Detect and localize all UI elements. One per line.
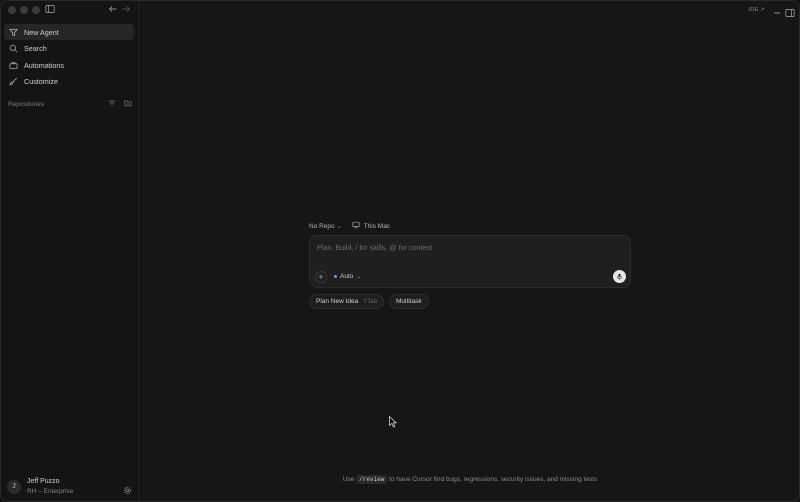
user-profile[interactable]: J Jeff Puzzo RH – Enterprise xyxy=(7,477,133,499)
sidebar-item-label: New Agent xyxy=(24,27,59,37)
gear-icon[interactable] xyxy=(123,482,133,495)
main-area: IDE ↗ No Repo ⌄ This Mac Plan, Build, / … xyxy=(139,1,799,501)
user-name: Jeff Puzzo xyxy=(27,478,60,485)
sidebar-item-new-agent[interactable]: New Agent xyxy=(4,24,134,40)
tip-suffix: to have Cursor find bugs, regressions, s… xyxy=(389,476,598,483)
open-in-ide-button[interactable]: IDE ↗ xyxy=(749,7,765,13)
composer-container: No Repo ⌄ This Mac Plan, Build, / for ski… xyxy=(309,220,631,309)
composer-box[interactable]: Plan, Build, / for skills, @ for context… xyxy=(309,235,631,288)
chip-shortcut-hint: ⇧Tab xyxy=(362,299,377,305)
sidebar-nav: New Agent Search Automations Customize xyxy=(4,24,134,90)
multitask-chip[interactable]: Multitask xyxy=(388,294,429,309)
sidebar-item-label: Automations xyxy=(24,60,64,70)
repositories-header: Repositories xyxy=(8,98,132,110)
titlebar-left xyxy=(1,1,139,19)
microphone-button[interactable] xyxy=(613,270,626,283)
sidebar-item-label: Search xyxy=(24,44,47,53)
new-agent-icon xyxy=(8,27,18,37)
microphone-icon xyxy=(617,273,622,280)
user-org: RH – Enterprise xyxy=(27,488,74,495)
close-window-button[interactable] xyxy=(8,6,16,14)
brush-icon xyxy=(8,77,18,87)
tip-prefix: Use xyxy=(342,476,355,483)
repositories-label: Repositories xyxy=(8,100,45,108)
tip-command: /review xyxy=(356,475,388,484)
chevron-down-icon: ⌄ xyxy=(336,223,342,230)
composer-input[interactable]: Plan, Build, / for skills, @ for context xyxy=(317,243,432,252)
mouse-pointer-icon xyxy=(389,416,397,428)
monitor-icon xyxy=(352,221,360,231)
add-attachment-button[interactable]: + xyxy=(315,271,327,283)
minimize-panel-icon[interactable] xyxy=(772,5,782,15)
chip-label: Multitask xyxy=(395,298,422,305)
briefcase-icon xyxy=(8,60,18,70)
forward-arrow-icon[interactable] xyxy=(120,4,132,16)
filter-icon[interactable] xyxy=(108,99,116,109)
app-window: New Agent Search Automations Customize R… xyxy=(0,0,800,502)
minimize-window-button[interactable] xyxy=(20,6,28,14)
sidebar-item-customize[interactable]: Customize xyxy=(4,74,134,90)
new-folder-icon[interactable] xyxy=(124,99,132,109)
machine-label: This Mac xyxy=(363,222,391,230)
plan-new-idea-chip[interactable]: Plan New Idea ⇧Tab xyxy=(309,294,384,309)
model-status-dot xyxy=(334,275,337,278)
zoom-window-button[interactable] xyxy=(32,6,40,14)
tip-footer: Use /review to have Cursor find bugs, re… xyxy=(139,475,799,484)
model-label: Auto xyxy=(340,273,354,280)
composer-meta-row: No Repo ⌄ This Mac xyxy=(309,220,631,232)
repo-select-label: No Repo xyxy=(309,222,335,230)
search-icon xyxy=(8,44,18,54)
right-panel-toggle-icon[interactable] xyxy=(785,5,795,17)
sidebar-item-label: Customize xyxy=(24,77,58,86)
sidebar-toggle-icon[interactable] xyxy=(44,4,56,16)
titlebar-right: IDE ↗ xyxy=(741,1,799,19)
model-select[interactable]: Auto ⌄ xyxy=(334,273,361,280)
chip-label: Plan New Idea xyxy=(316,298,359,305)
chevron-down-icon: ⌄ xyxy=(356,274,362,280)
back-arrow-icon[interactable] xyxy=(107,4,119,16)
suggestion-chips: Plan New Idea ⇧Tab Multitask xyxy=(309,294,631,309)
sidebar-item-automations[interactable]: Automations xyxy=(4,57,134,73)
sidebar: New Agent Search Automations Customize R… xyxy=(1,1,139,501)
repo-select[interactable]: No Repo ⌄ xyxy=(309,223,342,230)
machine-select[interactable]: This Mac xyxy=(352,221,390,231)
avatar: J xyxy=(7,480,21,494)
sidebar-item-search[interactable]: Search xyxy=(4,41,134,57)
